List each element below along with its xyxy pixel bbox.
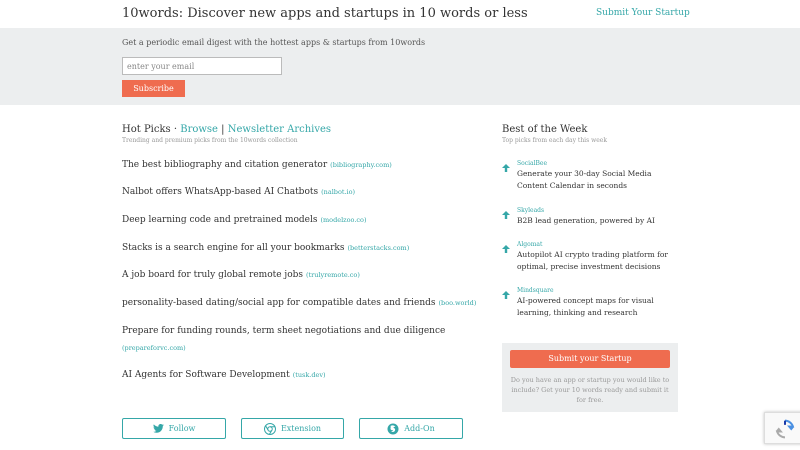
site-title[interactable]: 10words: Discover new apps and startups …	[122, 6, 528, 21]
follow-label: Follow	[168, 424, 196, 433]
heading-separator: |	[217, 124, 228, 135]
hot-picks-subtitle: Trending and premium picks from the 10wo…	[122, 137, 298, 144]
pick-text[interactable]: The best bibliography and citation gener…	[122, 160, 327, 170]
best-item-text[interactable]: AI-powered concept maps for visual learn…	[517, 295, 679, 319]
newsletter-archives-link[interactable]: Newsletter Archives	[228, 124, 331, 135]
best-item-text[interactable]: Generate your 30-day Social Media Conten…	[517, 168, 679, 192]
addon-button[interactable]: Add-On	[359, 418, 463, 439]
best-item-tag[interactable]: Algomat	[517, 241, 542, 248]
pick-domain[interactable]: (betterstacks.com)	[347, 244, 409, 252]
upvote-arrow-icon[interactable]	[502, 211, 510, 219]
upvote-arrow-icon[interactable]	[502, 291, 510, 299]
extension-label: Extension	[280, 424, 322, 433]
subscribe-button[interactable]: Subscribe	[122, 80, 185, 97]
submit-startup-box: Submit your Startup Do you have an app o…	[502, 343, 678, 412]
best-item-tag[interactable]: Skyleads	[517, 207, 544, 214]
recaptcha-icon	[775, 419, 795, 439]
pick-text[interactable]: Stacks is a search engine for all your b…	[122, 243, 344, 253]
pick-domain[interactable]: (prepareforvc.com)	[122, 344, 186, 352]
pick-domain[interactable]: (bibliography.com)	[330, 161, 392, 169]
upvote-arrow-icon[interactable]	[502, 245, 510, 253]
extension-button[interactable]: Extension	[241, 418, 344, 439]
chrome-icon	[263, 422, 276, 435]
pick-text[interactable]: Nalbot offers WhatsApp-based AI Chatbots	[122, 187, 318, 197]
recaptcha-badge[interactable]	[764, 412, 800, 444]
best-item-tag[interactable]: SocialBee	[517, 160, 547, 167]
pick-item[interactable]: Deep learning code and pretrained models…	[122, 215, 366, 225]
browse-link[interactable]: Browse	[180, 124, 218, 135]
pick-domain[interactable]: (boo.world)	[439, 299, 477, 307]
pick-text[interactable]: personality-based dating/social app for …	[122, 298, 436, 308]
hot-picks-section: Hot Picks · Browse | Newsletter Archives…	[122, 124, 476, 380]
pick-domain[interactable]: (trulyremote.co)	[306, 271, 360, 279]
hot-picks-heading: Hot Picks · Browse | Newsletter Archives	[122, 124, 472, 135]
pick-item[interactable]: Nalbot offers WhatsApp-based AI Chatbots…	[122, 187, 355, 197]
newsletter-band: Get a periodic email digest with the hot…	[0, 28, 800, 105]
email-input[interactable]	[122, 57, 282, 75]
pick-item[interactable]: Stacks is a search engine for all your b…	[122, 243, 409, 253]
hot-picks-title: Hot Picks	[122, 124, 171, 135]
best-item-tag[interactable]: Mindsquare	[517, 287, 554, 294]
best-of-week-section: Best of the Week Top picks from each day…	[502, 124, 678, 317]
twitter-icon	[152, 424, 164, 433]
submit-note: Do you have an app or startup you would …	[510, 376, 670, 404]
pick-text[interactable]: A job board for truly global remote jobs	[122, 270, 303, 280]
pick-domain[interactable]: (modelzoo.co)	[320, 216, 366, 224]
best-item-text[interactable]: B2B lead generation, powered by AI	[517, 215, 679, 227]
pick-text[interactable]: Deep learning code and pretrained models	[122, 215, 317, 225]
addon-label: Add-On	[404, 424, 435, 433]
best-of-week-subtitle: Top picks from each day this week	[502, 137, 607, 144]
pick-text[interactable]: AI Agents for Software Development	[122, 370, 290, 380]
header: 10words: Discover new apps and startups …	[0, 0, 800, 28]
heading-separator: ·	[170, 124, 181, 135]
pick-item[interactable]: A job board for truly global remote jobs…	[122, 270, 360, 280]
pick-item[interactable]: Prepare for funding rounds, term sheet n…	[122, 326, 445, 336]
best-item-text[interactable]: Autopilot AI crypto trading platform for…	[517, 249, 679, 273]
pick-text[interactable]: Prepare for funding rounds, term sheet n…	[122, 326, 445, 336]
pick-item[interactable]: AI Agents for Software Development (tusk.…	[122, 370, 326, 380]
newsletter-description: Get a periodic email digest with the hot…	[122, 38, 426, 47]
firefox-icon	[387, 423, 399, 435]
pick-item[interactable]: The best bibliography and citation gener…	[122, 160, 392, 170]
upvote-arrow-icon[interactable]	[502, 164, 510, 172]
pick-domain[interactable]: (nalbot.io)	[321, 188, 355, 196]
pick-domain[interactable]: (tusk.dev)	[293, 371, 326, 379]
best-of-week-title: Best of the Week	[502, 124, 588, 135]
follow-button[interactable]: Follow	[122, 418, 226, 439]
submit-startup-button[interactable]: Submit your Startup	[510, 350, 670, 368]
submit-startup-link[interactable]: Submit Your Startup	[596, 8, 690, 18]
pick-item[interactable]: personality-based dating/social app for …	[122, 298, 476, 308]
